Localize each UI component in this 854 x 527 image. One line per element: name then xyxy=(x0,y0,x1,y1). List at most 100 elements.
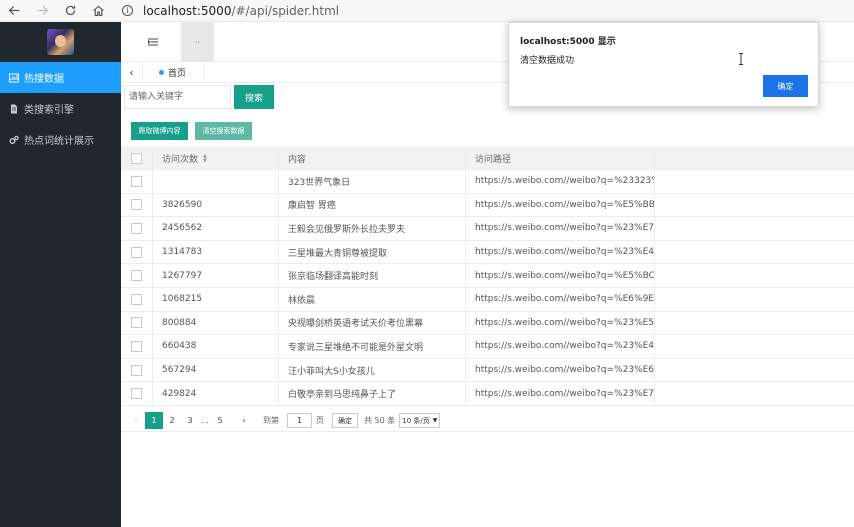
page-last-button[interactable]: 5 xyxy=(211,412,229,429)
cell-filler xyxy=(655,264,854,287)
header-content: 内容 xyxy=(279,148,466,169)
cell-url: https://s.weibo.com//weibo?q=%23%E7... xyxy=(466,382,655,405)
alert-title: localhost:5000 显示 xyxy=(520,37,616,47)
row-select-cell xyxy=(121,170,153,193)
arrow-right-icon xyxy=(37,6,48,15)
cell-filler xyxy=(655,312,854,335)
cell-content: 林依晨 xyxy=(279,287,466,311)
cell-content: 康启智 胃癌 xyxy=(279,193,466,217)
active-dot-icon xyxy=(159,69,164,75)
row-select-cell xyxy=(121,217,153,240)
page-1-button[interactable]: 1 xyxy=(145,412,163,429)
goto-page-input[interactable] xyxy=(287,413,312,428)
clear-data-button[interactable]: 清空搜索数据 xyxy=(195,122,252,140)
prev-page-button[interactable]: ‹ xyxy=(127,412,145,429)
cell-visits: 1068215 xyxy=(153,287,279,311)
select-all-checkbox[interactable] xyxy=(131,153,142,164)
goto-confirm-button[interactable]: 确定 xyxy=(332,413,358,428)
menu-toggle-button[interactable] xyxy=(141,34,165,50)
home-button[interactable] xyxy=(84,0,112,22)
crawl-weibo-button[interactable]: 爬取微博内容 xyxy=(131,122,188,140)
forward-button[interactable] xyxy=(28,0,56,22)
sidebar-item-label: 类搜索引擎 xyxy=(24,105,74,116)
sidebar-item-hotword-stats[interactable]: 热点词统计展示 xyxy=(0,124,121,155)
table-row[interactable]: 1314783 三星堆最大青铜尊被提取 https://s.weibo.com//w… xyxy=(121,240,854,265)
next-page-button[interactable]: › xyxy=(235,412,253,429)
row-checkbox[interactable] xyxy=(131,270,142,282)
avatar[interactable] xyxy=(47,29,74,55)
cell-filler xyxy=(655,288,854,311)
page-3-button[interactable]: 3 xyxy=(181,412,199,429)
sidebar: 热搜数据 类搜索引擎 热点词统计展示 xyxy=(0,22,121,527)
row-select-cell xyxy=(121,240,153,264)
tab-home[interactable]: 首页 xyxy=(143,61,206,83)
arrow-left-icon xyxy=(8,6,19,15)
reload-button[interactable] xyxy=(56,0,84,22)
sidebar-item-search-engine[interactable]: 类搜索引擎 xyxy=(0,93,121,124)
cell-url: https://s.weibo.com//weibo?q=%E5%BB... xyxy=(466,193,655,217)
table-row[interactable]: 660438 专家说三星堆绝不可能是外星文明 https://s.weibo.com… xyxy=(121,335,854,359)
row-select-cell xyxy=(121,287,153,311)
cell-visits: 1314783 xyxy=(153,240,279,264)
page-2-button[interactable]: 2 xyxy=(163,412,181,429)
cell-filler xyxy=(655,241,854,264)
cell-filler xyxy=(655,359,854,382)
search-input[interactable] xyxy=(124,85,231,109)
row-checkbox[interactable] xyxy=(131,222,142,234)
table-row[interactable]: 429824 白敬亭亲到马思纯鼻子上了 https://s.weibo.com//w… xyxy=(121,382,854,406)
back-button[interactable] xyxy=(0,0,28,22)
cell-visits: 3826590 xyxy=(153,193,279,217)
tab-scroll-left-button[interactable]: ‹ xyxy=(121,61,143,83)
data-table: 访问次数 ▲ ▼ 内容 访问路径 323世界气象日 https://s.weibo.c… xyxy=(121,147,854,406)
cell-url: https://s.weibo.com//weibo?q=%23%E6... xyxy=(466,358,655,382)
header-visits[interactable]: 访问次数 ▲ ▼ xyxy=(153,148,279,169)
alert-ok-button[interactable]: 确定 xyxy=(763,75,808,97)
search-button[interactable]: 搜索 xyxy=(234,85,274,109)
row-checkbox[interactable] xyxy=(131,293,142,305)
row-select-cell xyxy=(121,335,153,358)
table-row[interactable]: 323世界气象日 https://s.weibo.com//weibo?q=%23… xyxy=(121,170,854,194)
cell-filler xyxy=(655,382,854,405)
row-checkbox[interactable] xyxy=(131,175,142,187)
cell-url: https://s.weibo.com//weibo?q=%23%E7... xyxy=(466,217,655,240)
menu-fold-icon xyxy=(148,38,158,46)
row-checkbox[interactable] xyxy=(131,317,142,329)
chevron-down-icon: ▼ xyxy=(432,417,438,424)
cell-content: 白敬亭亲到马思纯鼻子上了 xyxy=(279,382,466,405)
per-page-value: 10 条/页 xyxy=(402,416,430,425)
row-checkbox[interactable] xyxy=(131,388,142,400)
cell-content: 专家说三星堆绝不可能是外星文明 xyxy=(279,335,466,358)
row-checkbox[interactable] xyxy=(131,199,142,211)
cell-content: 三星堆最大青铜尊被提取 xyxy=(279,240,466,264)
table-row[interactable]: 2456562 王毅会见俄罗斯外长拉夫罗夫 https://s.weibo.com/… xyxy=(121,217,854,241)
cell-filler xyxy=(655,194,854,217)
top-nav-tab[interactable]: ·· xyxy=(181,22,214,62)
row-select-cell xyxy=(121,193,153,217)
per-page-select[interactable]: 10 条/页 ▼ xyxy=(399,413,441,428)
avatar-zone xyxy=(0,22,121,62)
table-row[interactable]: 800884 央视曝剑桥英语考试天价考位黑幕 https://s.weibo.com… xyxy=(121,311,854,336)
table-body: 323世界气象日 https://s.weibo.com//weibo?q=%23… xyxy=(121,170,854,406)
page-ellipsis: … xyxy=(201,416,209,425)
table-row[interactable]: 3826590 康启智 胃癌 https://s.weibo.com//weibo?… xyxy=(121,193,854,218)
home-icon xyxy=(92,5,104,16)
table-row[interactable]: 567294 汪小菲叫大S小女孩儿 https://s.weibo.com//wei… xyxy=(121,358,854,383)
info-icon[interactable]: i xyxy=(122,5,133,16)
sidebar-item-hot-search[interactable]: 热搜数据 xyxy=(0,62,121,93)
sort-icon[interactable]: ▲ ▼ xyxy=(203,153,207,164)
table-row[interactable]: 1068215 林依晨 https://s.weibo.com//weibo?q=%… xyxy=(121,287,854,312)
document-icon xyxy=(8,103,20,115)
top-nav-tab-label: ·· xyxy=(194,37,201,47)
cell-content: 张京临场翻译高能时刻 xyxy=(279,264,466,287)
url-path: /#/api/spider.html xyxy=(231,3,340,18)
cell-content: 央视曝剑桥英语考试天价考位黑幕 xyxy=(279,311,466,335)
total-count: 共 50 条 xyxy=(364,416,396,425)
table-row[interactable]: 1267797 张京临场翻译高能时刻 https://s.weibo.com//we… xyxy=(121,264,854,288)
chevron-left-icon: ‹ xyxy=(129,65,134,79)
address-bar[interactable]: i localhost:5000/#/api/spider.html xyxy=(122,0,339,22)
select-all-cell xyxy=(121,148,153,169)
goto-label: 到第 xyxy=(263,416,279,425)
row-checkbox[interactable] xyxy=(131,364,142,376)
row-checkbox[interactable] xyxy=(131,246,142,258)
row-checkbox[interactable] xyxy=(131,340,142,352)
